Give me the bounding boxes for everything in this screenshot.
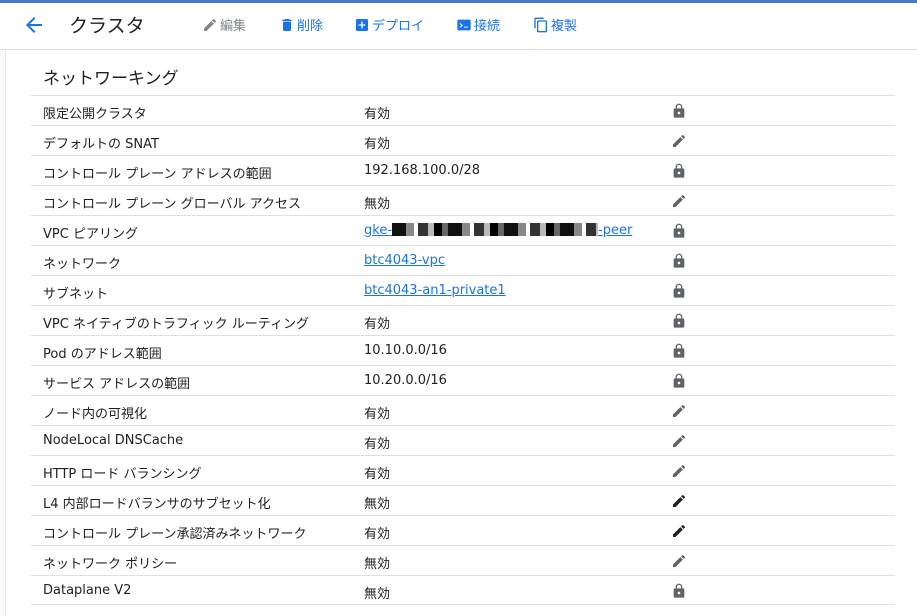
row-value: 有効 <box>364 137 391 152</box>
row-label: L4 内部ロードバランサのサブセット化 <box>43 497 271 512</box>
row-label: Dataplane V2 <box>43 583 132 598</box>
table-row: Dataplane V2 無効 <box>31 575 895 605</box>
table-row: コントロール プレーン承認済みネットワーク 有効 <box>31 515 895 545</box>
table-row: ネットワーク btc4043-vpc <box>31 245 895 275</box>
table-row: サブネット btc4043-an1-private1 <box>31 275 895 305</box>
table-row: Pod のアドレス範囲 10.10.0.0/16 <box>31 335 895 365</box>
trash-icon <box>282 18 292 31</box>
row-value: 無効 <box>364 557 391 572</box>
deploy-button-label: デプロイ <box>372 19 425 34</box>
row-value: 192.168.100.0/28 <box>364 163 481 178</box>
edit-icon[interactable] <box>671 523 687 539</box>
edit-icon[interactable] <box>671 553 687 569</box>
terminal-icon <box>457 19 471 30</box>
connect-button-label: 接続 <box>474 19 501 34</box>
lock-icon <box>673 223 685 238</box>
edit-icon[interactable] <box>671 403 687 419</box>
table-row: VPC ピアリング gke- -peer <box>31 215 895 245</box>
row-label: コントロール プレーン アドレスの範囲 <box>43 167 272 182</box>
duplicate-button[interactable]: 複製 <box>533 15 577 34</box>
lock-icon <box>673 313 685 328</box>
row-value: 無効 <box>364 497 391 512</box>
table-row: L4 内部ロードバランサのサブセット化 無効 <box>31 485 895 515</box>
table-row: コントロール プレーン グローバル アクセス 無効 <box>31 185 895 215</box>
row-value: 有効 <box>364 407 391 422</box>
row-value-link[interactable]: btc4043-an1-private1 <box>364 283 506 298</box>
lock-icon <box>673 103 685 118</box>
row-value: 有効 <box>364 107 391 122</box>
networking-table: 限定公開クラスタ 有効 デフォルトの SNAT 有効 コントロール プレーン アドレスの… <box>31 95 895 605</box>
lock-icon <box>673 253 685 268</box>
left-nav-edge <box>0 50 6 616</box>
lock-icon <box>673 163 685 178</box>
link-prefix: gke- <box>364 223 393 238</box>
row-label: HTTP ロード バランシング <box>43 467 202 482</box>
row-label: ノード内の可視化 <box>43 407 148 422</box>
row-label: コントロール プレーン承認済みネットワーク <box>43 527 307 542</box>
row-value: 有効 <box>364 527 391 542</box>
link-suffix: -peer <box>598 223 633 238</box>
delete-button[interactable]: 削除 <box>279 15 323 34</box>
row-value: 無効 <box>364 587 391 602</box>
row-label: コントロール プレーン グローバル アクセス <box>43 197 301 212</box>
row-value: 10.20.0.0/16 <box>364 373 447 388</box>
row-label: サブネット <box>43 287 109 302</box>
row-value: 10.10.0.0/16 <box>364 343 447 358</box>
pencil-icon <box>204 18 217 31</box>
lock-icon <box>673 283 685 298</box>
row-label: NodeLocal DNSCache <box>43 433 184 448</box>
table-row: ネットワーク ポリシー 無効 <box>31 545 895 575</box>
table-row: コントロール プレーン アドレスの範囲 192.168.100.0/28 <box>31 155 895 185</box>
edit-button[interactable]: 編集 <box>202 15 246 34</box>
add-box-icon <box>356 18 368 31</box>
table-row: NodeLocal DNSCache 有効 <box>31 425 895 455</box>
edit-icon[interactable] <box>671 463 687 479</box>
deploy-button[interactable]: デプロイ <box>354 15 424 34</box>
table-row: デフォルトの SNAT 有効 <box>31 125 895 155</box>
row-label: VPC ネイティブのトラフィック ルーティング <box>43 317 309 332</box>
row-label: デフォルトの SNAT <box>43 137 159 152</box>
section-title: ネットワーキング <box>43 69 179 89</box>
row-value: 有効 <box>364 467 391 482</box>
lock-icon <box>673 373 685 388</box>
redacted-block <box>392 223 599 236</box>
connect-button[interactable]: 接続 <box>456 15 500 34</box>
duplicate-button-label: 複製 <box>551 19 578 34</box>
row-label: ネットワーク <box>43 257 122 272</box>
row-label: 限定公開クラスタ <box>43 107 147 122</box>
row-value-link[interactable]: btc4043-vpc <box>364 253 445 268</box>
edit-icon[interactable] <box>671 433 687 449</box>
copy-icon <box>534 17 547 32</box>
table-row: サービス アドレスの範囲 10.20.0.0/16 <box>31 365 895 395</box>
row-value: 有効 <box>364 317 391 332</box>
delete-button-label: 削除 <box>297 19 324 34</box>
edit-icon[interactable] <box>671 493 687 509</box>
edit-icon[interactable] <box>671 133 687 149</box>
table-row: VPC ネイティブのトラフィック ルーティング 有効 <box>31 305 895 335</box>
edit-button-label: 編集 <box>220 19 247 34</box>
row-value-link[interactable]: gke- -peer <box>364 223 632 238</box>
row-label: ネットワーク ポリシー <box>43 557 178 572</box>
lock-icon <box>673 343 685 358</box>
table-row: 限定公開クラスタ 有効 <box>31 95 895 125</box>
lock-icon <box>673 583 685 598</box>
back-arrow-icon[interactable] <box>22 13 46 37</box>
page-header: クラスタ 編集 削除 デプロイ 接続 複製 <box>0 3 917 50</box>
row-value: 無効 <box>364 197 391 212</box>
table-row: HTTP ロード バランシング 有効 <box>31 455 895 485</box>
edit-icon[interactable] <box>671 193 687 209</box>
row-value: 有効 <box>364 437 391 452</box>
row-label: サービス アドレスの範囲 <box>43 377 191 392</box>
row-label: Pod のアドレス範囲 <box>43 347 162 362</box>
page-title: クラスタ <box>69 15 145 37</box>
table-row: ノード内の可視化 有効 <box>31 395 895 425</box>
row-label: VPC ピアリング <box>43 227 138 242</box>
